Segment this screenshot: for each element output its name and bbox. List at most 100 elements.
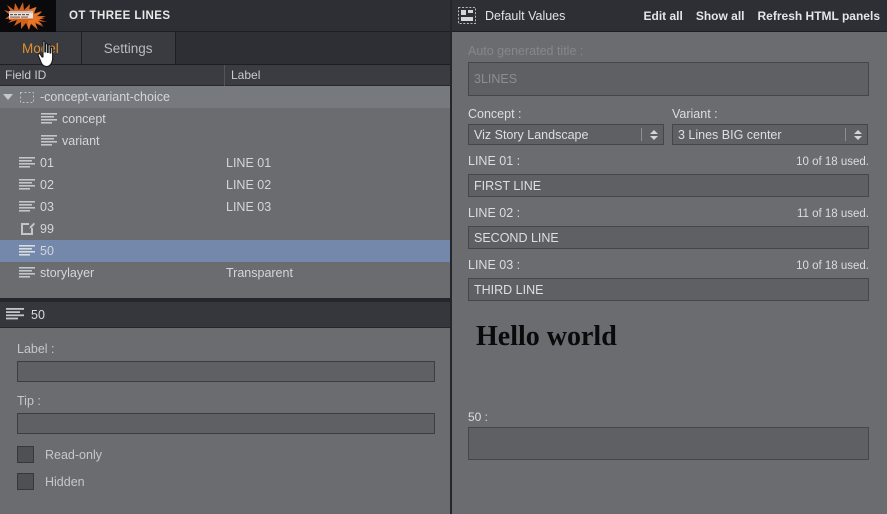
- app-logo: [0, 0, 56, 32]
- orange-splat-logo-icon: [4, 1, 47, 30]
- line-03-header: LINE 03 : 10 of 18 used.: [468, 258, 869, 275]
- table-row[interactable]: 99: [0, 218, 450, 240]
- table-row[interactable]: variant: [0, 130, 450, 152]
- tree-row-label-cell: LINE 01: [226, 156, 272, 170]
- concept-select-value: Viz Story Landscape: [474, 127, 589, 142]
- properties-panel-header: 50: [0, 302, 450, 328]
- variant-select-value: 3 Lines BIG center: [678, 127, 782, 142]
- tab-settings[interactable]: Settings: [81, 32, 176, 64]
- line-03-used-count: 10 of 18 used.: [796, 260, 869, 272]
- tip-field-caption: Tip :: [17, 394, 41, 408]
- line-01-input[interactable]: [468, 174, 869, 197]
- right-panel-actions: Edit all Show all Refresh HTML panels: [643, 9, 887, 23]
- label-field-caption: Label :: [17, 342, 55, 356]
- line-02-input[interactable]: [468, 226, 869, 249]
- table-row[interactable]: storylayer Transparent: [0, 262, 450, 284]
- table-row[interactable]: 50: [0, 240, 450, 262]
- tree-row-label: 50: [40, 244, 54, 258]
- line-01-group: LINE 01 : 10 of 18 used.: [468, 154, 870, 197]
- preview-heading: Hello world: [476, 321, 617, 352]
- tree-row-label: 99: [40, 222, 54, 236]
- right-panel-title: Default Values: [485, 8, 566, 23]
- hidden-checkbox[interactable]: [17, 473, 34, 490]
- tree-column-header: Field ID Label: [0, 64, 450, 86]
- html-preview-area: Hello world: [468, 318, 870, 410]
- tree-row-label: storylayer: [40, 266, 95, 280]
- tree-row-label: variant: [62, 134, 100, 148]
- concept-variant-row: Concept : Viz Story Landscape Variant : …: [468, 107, 870, 145]
- dashed-box-icon: [16, 86, 38, 108]
- tree-row-id-cell: concept: [0, 108, 225, 130]
- edit-all-link[interactable]: Edit all: [643, 9, 682, 23]
- field-tree: -concept-variant-choice concept variant …: [0, 86, 450, 298]
- text-lines-icon: [38, 108, 60, 130]
- select-separator: [641, 128, 642, 141]
- line-03-group: LINE 03 : 10 of 18 used.: [468, 258, 870, 301]
- tab-bar-filler: [175, 32, 450, 64]
- chevron-updown-icon: [646, 125, 661, 144]
- tree-row-label-cell: LINE 02: [226, 178, 272, 192]
- refresh-html-panels-link[interactable]: Refresh HTML panels: [758, 9, 880, 23]
- right-panel: Default Values Edit all Show all Refresh…: [452, 0, 887, 514]
- expand-collapse-toggle[interactable]: [0, 86, 16, 108]
- variant-select-group: Variant : 3 Lines BIG center: [672, 107, 868, 145]
- concept-label: Concept :: [468, 107, 522, 121]
- field-50-input[interactable]: [468, 427, 869, 460]
- tree-row-label-cell: Transparent: [226, 266, 293, 280]
- title-bar: OT THREE LINES: [0, 0, 450, 32]
- tree-row-id-cell: variant: [0, 130, 225, 152]
- tree-row-label: 01: [40, 156, 54, 170]
- hidden-checkbox-label: Hidden: [45, 474, 85, 489]
- table-row[interactable]: 03 LINE 03: [0, 196, 450, 218]
- tree-row-id-cell: -concept-variant-choice: [0, 86, 225, 108]
- chevron-down-icon: [3, 94, 13, 100]
- field-50-group: 50 :: [468, 410, 870, 460]
- tree-row-id-cell: 03: [0, 196, 225, 218]
- edit-pencil-icon: [16, 218, 38, 240]
- text-lines-icon: [16, 196, 38, 218]
- panel-layout-icon: [458, 7, 476, 24]
- tip-input[interactable]: [17, 413, 435, 434]
- line-03-label: LINE 03 :: [468, 258, 521, 272]
- line-02-header: LINE 02 : 11 of 18 used.: [468, 206, 869, 223]
- table-row[interactable]: concept: [0, 108, 450, 130]
- show-all-link[interactable]: Show all: [696, 9, 745, 23]
- line-01-used-count: 10 of 18 used.: [796, 156, 869, 168]
- table-row[interactable]: 02 LINE 02: [0, 174, 450, 196]
- properties-panel-title: 50: [31, 307, 45, 322]
- tree-row-id-cell: 02: [0, 174, 225, 196]
- application-window: OT THREE LINES Model Settings Field ID L…: [0, 0, 887, 514]
- column-header-label[interactable]: Label: [225, 65, 450, 86]
- tree-row-label-cell: LINE 03: [226, 200, 272, 214]
- variant-select[interactable]: 3 Lines BIG center: [672, 124, 868, 145]
- text-lines-icon: [38, 130, 60, 152]
- window-title: OT THREE LINES: [69, 9, 171, 22]
- tab-bar: Model Settings: [0, 32, 450, 65]
- tree-vertical-scrollbar[interactable]: [440, 86, 450, 298]
- concept-select[interactable]: Viz Story Landscape: [468, 124, 664, 145]
- tab-model[interactable]: Model: [0, 32, 82, 64]
- table-row[interactable]: 01 LINE 01: [0, 152, 450, 174]
- left-panel: OT THREE LINES Model Settings Field ID L…: [0, 0, 452, 514]
- field-50-label: 50 :: [468, 410, 489, 424]
- table-row[interactable]: -concept-variant-choice: [0, 86, 450, 108]
- concept-select-group: Concept : Viz Story Landscape: [468, 107, 664, 145]
- readonly-checkbox[interactable]: [17, 446, 34, 463]
- default-values-body: Auto generated title : Concept : Viz Sto…: [452, 32, 887, 514]
- line-03-input[interactable]: [468, 278, 869, 301]
- line-01-header: LINE 01 : 10 of 18 used.: [468, 154, 869, 171]
- text-lines-icon: [6, 308, 24, 321]
- hidden-checkbox-row[interactable]: Hidden: [17, 473, 433, 490]
- line-02-label: LINE 02 :: [468, 206, 521, 220]
- label-input[interactable]: [17, 361, 435, 382]
- tree-row-label: -concept-variant-choice: [40, 90, 170, 104]
- tree-row-label: concept: [62, 112, 106, 126]
- readonly-checkbox-row[interactable]: Read-only: [17, 446, 433, 463]
- text-lines-icon: [16, 152, 38, 174]
- variant-label: Variant :: [672, 107, 718, 121]
- chevron-updown-icon: [850, 125, 865, 144]
- column-header-field-id[interactable]: Field ID: [0, 64, 225, 86]
- line-01-label: LINE 01 :: [468, 154, 521, 168]
- tree-row-label: 03: [40, 200, 54, 214]
- auto-generated-title-input[interactable]: [468, 62, 869, 96]
